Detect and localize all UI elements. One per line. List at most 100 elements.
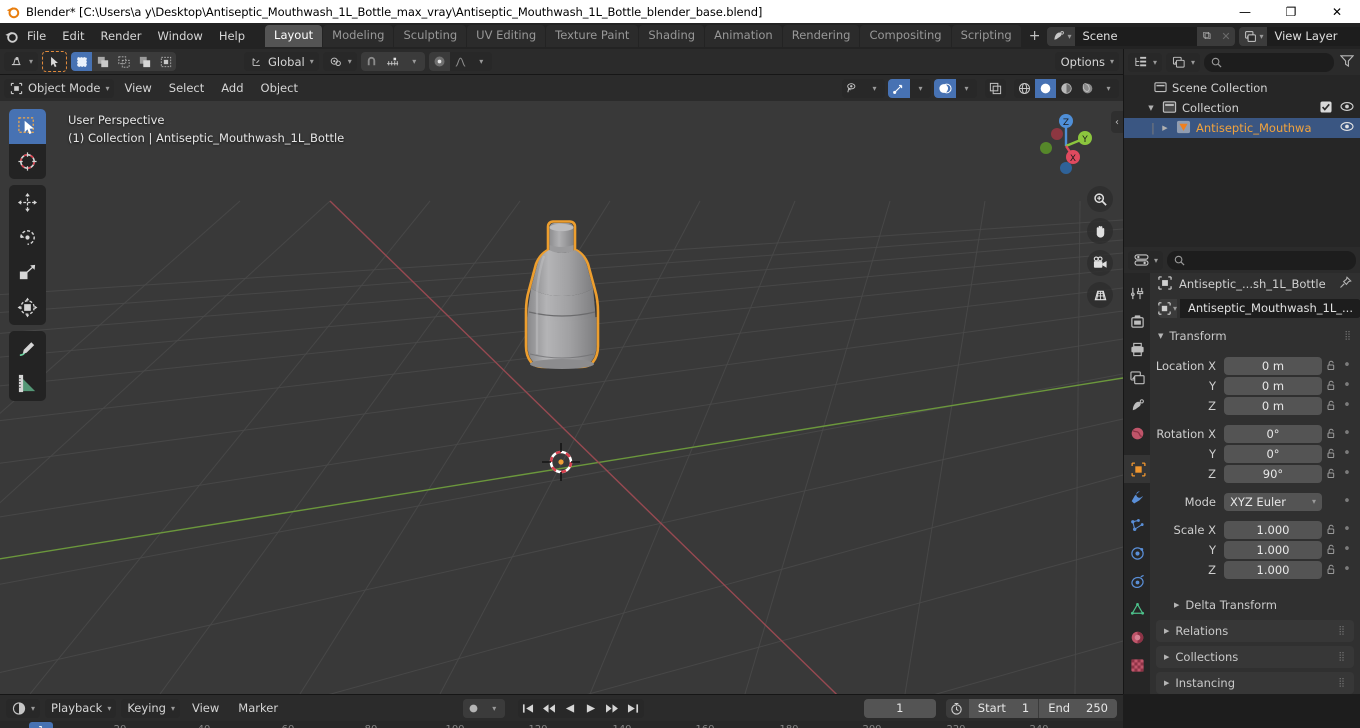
timeline-ruler[interactable]: 20 40 60 80 100 120 140 160 180 200 220 … [0,721,1123,728]
show-hide-icon[interactable] [842,78,864,98]
world-tab-icon[interactable] [1124,419,1150,447]
move-tool-icon[interactable] [9,185,46,220]
outliner-display-mode-icon[interactable]: ▾ [1128,52,1163,72]
menu-file[interactable]: File [19,26,54,46]
toggle-perspective-icon[interactable] [1087,282,1113,308]
set-select-icon[interactable] [71,52,93,71]
chevron-down-icon[interactable]: ▾ [403,52,425,71]
rotation-mode-dropdown[interactable]: XYZ Euler ▾ [1224,492,1322,511]
workspace-tab-compositing[interactable]: Compositing [860,24,951,48]
scale-tool-icon[interactable] [9,255,46,290]
rotation-y-input[interactable]: 0° [1224,444,1322,463]
3d-viewport[interactable]: User Perspective (1) Collection | Antise… [0,101,1123,694]
viewport-menu-add[interactable]: Add [214,79,250,97]
output-tab-icon[interactable] [1124,335,1150,363]
viewport-menu-select[interactable]: Select [162,79,211,97]
checkbox-icon[interactable] [1320,100,1332,116]
rotate-tool-icon[interactable] [9,220,46,255]
pin-icon[interactable] [1339,276,1352,292]
solid-shading-icon[interactable] [1035,78,1056,98]
animate-property-dot[interactable]: • [1340,466,1354,481]
view-layer-name[interactable]: View Layer [1267,26,1360,46]
mouthwash-bottle-object[interactable] [482,204,642,404]
object-name-input[interactable]: Antiseptic_Mouthwash_1L_... [1180,298,1360,318]
tool-tab-icon[interactable] [1124,279,1150,307]
jump-end-icon[interactable] [623,699,644,718]
constraints-tab-icon[interactable] [1124,567,1150,595]
pan-hand-icon[interactable] [1087,218,1113,244]
lock-icon[interactable] [1322,360,1340,371]
expand-arrow-icon[interactable]: ▶ [1159,124,1171,132]
workspace-tab-texture-paint[interactable]: Texture Paint [546,24,639,48]
lock-icon[interactable] [1322,380,1340,391]
chevron-down-icon[interactable]: ▾ [956,78,977,98]
viewport-menu-view[interactable]: View [117,79,158,97]
snap-magnet-icon[interactable] [360,52,382,71]
play-reverse-icon[interactable] [560,699,581,718]
workspace-tab-shading[interactable]: Shading [639,24,705,48]
transform-panel-header[interactable]: ▼ Transform ⣿ [1150,325,1360,347]
outliner-id-type-icon[interactable]: ▾ [1166,52,1201,72]
delta-transform-panel-header[interactable]: ▶ Delta Transform [1150,594,1360,616]
tweak-tool-icon[interactable] [44,52,66,71]
cursor-tool-icon[interactable] [9,144,46,179]
pivot-point-dropdown[interactable]: ▾ [322,52,357,71]
object-tab-icon[interactable] [1124,455,1150,483]
intersect-select-icon[interactable] [155,52,177,71]
scale-x-input[interactable]: 1.000 [1224,520,1322,539]
transform-tool-icon[interactable] [9,290,46,325]
new-scene-button[interactable]: ⧉ [1197,26,1217,46]
tweak-tool-icon[interactable] [9,109,46,144]
measure-tool-icon[interactable] [9,366,46,401]
proportional-editing-icon[interactable] [428,52,450,71]
timeline-editor-icon[interactable]: ▾ [6,698,41,718]
sidebar-collapse-toggle[interactable]: ‹ [1111,111,1123,133]
extend-select-icon[interactable] [92,52,114,71]
object-data-tab-icon[interactable] [1124,595,1150,623]
close-button[interactable]: ✕ [1314,0,1360,23]
collections-panel-header[interactable]: ▶ Collections ⣿ [1156,646,1354,668]
view-layer-tab-icon[interactable] [1124,363,1150,391]
material-tab-icon[interactable] [1124,623,1150,651]
material-preview-icon[interactable] [1056,78,1077,98]
start-frame-field[interactable]: Start 1 [967,698,1039,718]
animate-property-dot[interactable]: • [1340,542,1354,557]
location-z-input[interactable]: 0 m [1224,396,1322,415]
animate-property-dot[interactable]: • [1340,562,1354,577]
lock-icon[interactable] [1322,468,1340,479]
properties-search-input[interactable] [1167,250,1356,270]
eye-icon[interactable] [1340,101,1354,115]
chevron-down-icon[interactable]: ▾ [910,78,931,98]
animate-property-dot[interactable]: • [1340,398,1354,413]
animate-property-dot[interactable]: • [1340,378,1354,393]
texture-tab-icon[interactable] [1124,651,1150,679]
jump-start-icon[interactable] [518,699,539,718]
outliner-search-input[interactable] [1204,52,1334,72]
chevron-down-icon[interactable]: ▾ [864,78,885,98]
playback-dropdown[interactable]: Playback ▾ [45,698,117,718]
properties-editor-icon[interactable]: ▾ [1128,250,1164,270]
lock-icon[interactable] [1322,544,1340,555]
workspace-tab-layout[interactable]: Layout [265,24,323,48]
outliner-row-scene-collection[interactable]: Scene Collection [1124,78,1360,98]
annotate-tool-icon[interactable] [9,331,46,366]
chevron-down-icon[interactable]: ▾ [1098,78,1119,98]
menu-render[interactable]: Render [93,26,150,46]
scene-datablock[interactable]: ▾ Scene ⧉ ✕ [1047,26,1236,46]
current-frame-input[interactable]: 1 [863,698,936,718]
gizmo-icon[interactable] [888,78,910,98]
end-frame-field[interactable]: End 250 [1038,698,1117,718]
lock-icon[interactable] [1322,524,1340,535]
animate-property-dot[interactable]: • [1340,426,1354,441]
menu-help[interactable]: Help [211,26,253,46]
workspace-tab-animation[interactable]: Animation [705,24,782,48]
maximize-button[interactable]: ❐ [1268,0,1314,23]
chevron-down-icon[interactable]: ▾ [483,698,505,718]
unlink-scene-button[interactable]: ✕ [1216,26,1236,46]
viewport-options-dropdown[interactable]: Options ▾ [1054,52,1119,71]
camera-view-icon[interactable] [1087,250,1113,276]
next-keyframe-icon[interactable] [602,699,623,718]
playhead-marker[interactable]: 1 [29,722,53,728]
prev-keyframe-icon[interactable] [539,699,560,718]
animate-property-dot[interactable]: • [1340,358,1354,373]
